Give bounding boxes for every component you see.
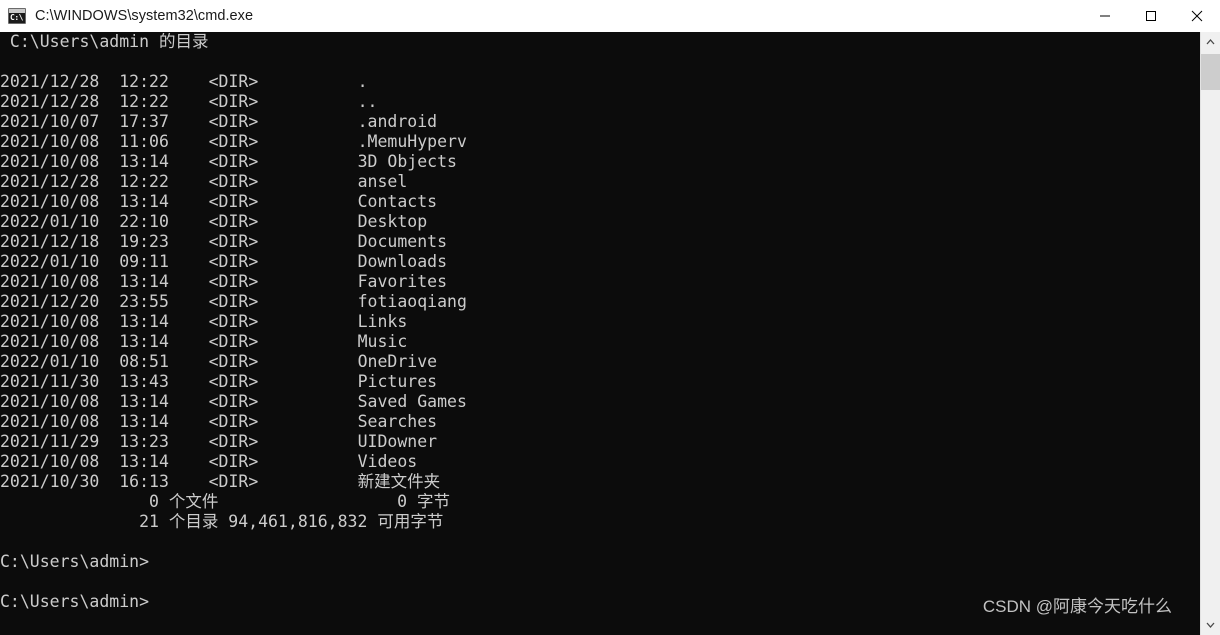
console-text: C:\Users\admin 的目录 2021/12/28 12:22 <DIR… [0, 32, 467, 611]
close-button[interactable] [1174, 0, 1220, 32]
maximize-icon [1146, 11, 1156, 21]
minimize-icon [1100, 15, 1110, 17]
cmd-console-icon: C:\ [8, 8, 26, 24]
scroll-thumb[interactable] [1201, 54, 1220, 90]
maximize-button[interactable] [1128, 0, 1174, 32]
title-bar: C:\ C:\WINDOWS\system32\cmd.exe [0, 0, 1220, 32]
chevron-up-icon [1206, 39, 1215, 45]
scroll-up-button[interactable] [1201, 32, 1220, 52]
window-controls [1082, 0, 1220, 32]
scroll-down-button[interactable] [1201, 615, 1220, 635]
vertical-scrollbar[interactable] [1200, 32, 1220, 635]
minimize-button[interactable] [1082, 0, 1128, 32]
close-icon [1191, 10, 1203, 22]
chevron-down-icon [1206, 622, 1215, 628]
cmd-icon-prompt-glyph: C:\ [10, 13, 23, 22]
terminal-output-area[interactable]: C:\Users\admin 的目录 2021/12/28 12:22 <DIR… [0, 32, 1200, 635]
window-title: C:\WINDOWS\system32\cmd.exe [35, 8, 254, 24]
watermark: CSDN @阿康今天吃什么 [982, 597, 1172, 616]
cmd-window: C:\ C:\WINDOWS\system32\cmd.exe C:\Users… [0, 0, 1220, 635]
